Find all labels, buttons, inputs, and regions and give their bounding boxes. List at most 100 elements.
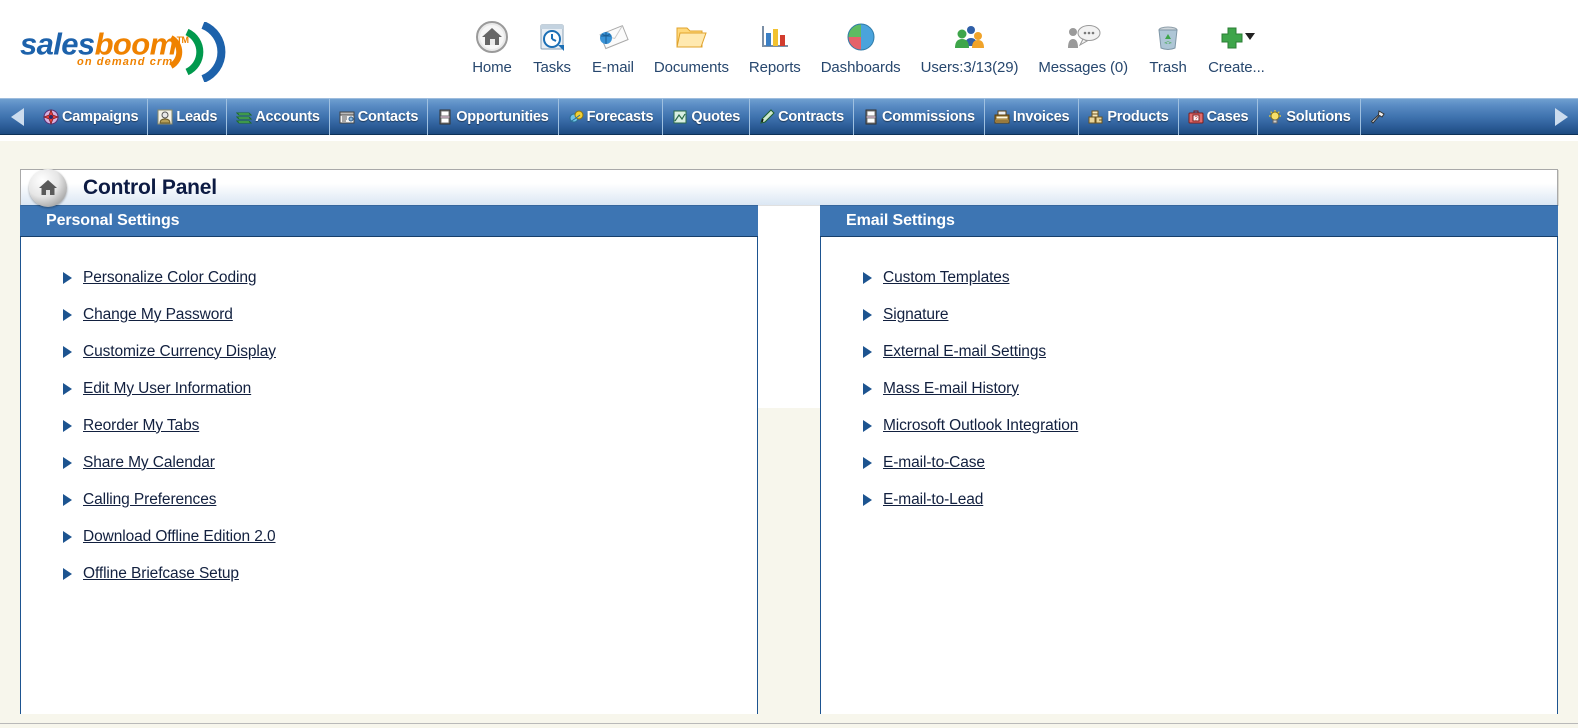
list-item[interactable]: Offline Briefcase Setup [21,555,757,592]
link-offline-briefcase-setup[interactable]: Offline Briefcase Setup [83,565,239,583]
tab-cases[interactable]: ? Cases [1177,98,1258,135]
list-item[interactable]: Download Offline Edition 2.0 [21,518,757,555]
link-microsoft-outlook-integration[interactable]: Microsoft Outlook Integration [883,417,1078,435]
link-email-to-case[interactable]: E-mail-to-Case [883,454,985,472]
bullet-arrow-icon [863,493,872,506]
pie-chart-icon [841,18,881,56]
nav-label-trash: Trash [1149,59,1187,76]
link-reorder-my-tabs[interactable]: Reorder My Tabs [83,417,199,435]
list-item[interactable]: Microsoft Outlook Integration [821,407,1557,444]
tab-label-accounts: Accounts [255,108,320,125]
tab-campaigns[interactable]: Campaigns [34,98,147,135]
nav-item-create[interactable]: Create... [1198,18,1275,76]
bullet-arrow-icon [863,382,872,395]
bullet-arrow-icon [863,456,872,469]
products-boxes-icon [1088,110,1103,123]
accounts-stack-icon [236,112,253,123]
campaigns-icon [43,108,59,125]
page-bottom-rule [0,723,1578,726]
tab-label-quotes: Quotes [691,108,741,125]
link-share-my-calendar[interactable]: Share My Calendar [83,454,215,472]
link-calling-preferences[interactable]: Calling Preferences [83,491,216,509]
tab-contracts[interactable]: Contracts [749,98,853,135]
list-item[interactable]: Edit My User Information [21,370,757,407]
nav-label-email: E-mail [592,59,634,76]
chevron-left-icon [10,107,24,126]
tab-invoices[interactable]: Invoices [983,98,1078,135]
forecasts-icon [569,110,584,122]
link-download-offline-edition[interactable]: Download Offline Edition 2.0 [83,528,276,546]
solutions-lightbulb-icon [1269,109,1282,123]
tab-tools[interactable] [1359,98,1398,135]
nav-item-messages[interactable]: Messages (0) [1028,18,1138,76]
email-settings-panel: Email Settings Custom Templates Signatur… [820,205,1558,714]
scroll-left-arrow[interactable] [0,98,34,135]
tab-opportunities[interactable]: Opportunities [427,98,557,135]
nav-item-email[interactable]: E-mail [582,18,644,76]
bullet-arrow-icon [63,419,72,432]
list-item[interactable]: Custom Templates [821,259,1557,296]
list-item[interactable]: E-mail-to-Case [821,444,1557,481]
link-customize-currency-display[interactable]: Customize Currency Display [83,343,276,361]
tabs-scroll-region: Campaigns Leads Accounts Contacts Opport… [34,98,1544,135]
bullet-arrow-icon [63,345,72,358]
bullet-arrow-icon [863,271,872,284]
tab-solutions[interactable]: Solutions [1257,98,1359,135]
tab-contacts[interactable]: Contacts [328,98,427,135]
list-item[interactable]: Customize Currency Display [21,333,757,370]
list-item[interactable]: Personalize Color Coding [21,259,757,296]
settings-panels: Personal Settings Personalize Color Codi… [20,205,1558,714]
link-change-my-password[interactable]: Change My Password [83,306,233,324]
tab-label-opportunities: Opportunities [456,108,549,125]
home-icon [29,169,67,207]
list-item[interactable]: Mass E-mail History [821,370,1557,407]
tab-label-invoices: Invoices [1012,108,1070,125]
tab-label-solutions: Solutions [1286,108,1351,125]
list-item[interactable]: Change My Password [21,296,757,333]
chevron-right-icon [1554,107,1568,126]
top-header: salesboomTM on demand crm Home Tasks E-m… [0,0,1578,98]
list-item[interactable]: E-mail-to-Lead [821,481,1557,518]
tab-accounts[interactable]: Accounts [226,98,328,135]
nav-item-documents[interactable]: Documents [644,18,739,76]
nav-item-trash[interactable]: Trash [1138,18,1198,76]
bullet-arrow-icon [863,345,872,358]
tab-leads[interactable]: Leads [147,98,226,135]
salesboom-logo[interactable]: salesboomTM on demand crm [20,22,235,82]
nav-item-tasks[interactable]: Tasks [522,18,582,76]
link-edit-my-user-information[interactable]: Edit My User Information [83,380,251,398]
nav-item-reports[interactable]: Reports [739,18,811,76]
personal-settings-list: Personalize Color Coding Change My Passw… [20,237,758,714]
link-mass-email-history[interactable]: Mass E-mail History [883,380,1019,398]
nav-label-dashboards: Dashboards [820,59,901,76]
personal-settings-header: Personal Settings [20,205,758,237]
tab-commissions[interactable]: Commissions [853,98,984,135]
nav-item-home[interactable]: Home [462,18,522,76]
list-item[interactable]: Share My Calendar [21,444,757,481]
link-custom-templates[interactable]: Custom Templates [883,269,1010,287]
tab-label-products: Products [1107,108,1169,125]
tab-forecasts[interactable]: Forecasts [557,98,663,135]
link-personalize-color-coding[interactable]: Personalize Color Coding [83,269,256,287]
nav-item-dashboards[interactable]: Dashboards [811,18,911,76]
quotes-icon [673,110,687,123]
tab-products[interactable]: Products [1078,98,1177,135]
link-external-email-settings[interactable]: External E-mail Settings [883,343,1046,361]
list-item[interactable]: Reorder My Tabs [21,407,757,444]
link-email-to-lead[interactable]: E-mail-to-Lead [883,491,983,509]
bullet-arrow-icon [863,308,872,321]
list-item[interactable]: Signature [821,296,1557,333]
tab-quotes[interactable]: Quotes [662,98,749,135]
scroll-right-arrow[interactable] [1544,98,1578,135]
nav-item-users[interactable]: Users:3/13(29) [911,18,1029,76]
list-item[interactable]: Calling Preferences [21,481,757,518]
tab-label-commissions: Commissions [882,108,975,125]
opportunities-icon [439,109,451,124]
link-signature[interactable]: Signature [883,306,949,324]
list-item[interactable]: External E-mail Settings [821,333,1557,370]
nav-label-documents: Documents [653,59,729,76]
invoices-register-icon [994,110,1010,123]
tools-hammer-icon [1370,109,1385,124]
tab-label-leads: Leads [176,108,218,125]
cases-briefcase-icon: ? [1188,110,1204,123]
